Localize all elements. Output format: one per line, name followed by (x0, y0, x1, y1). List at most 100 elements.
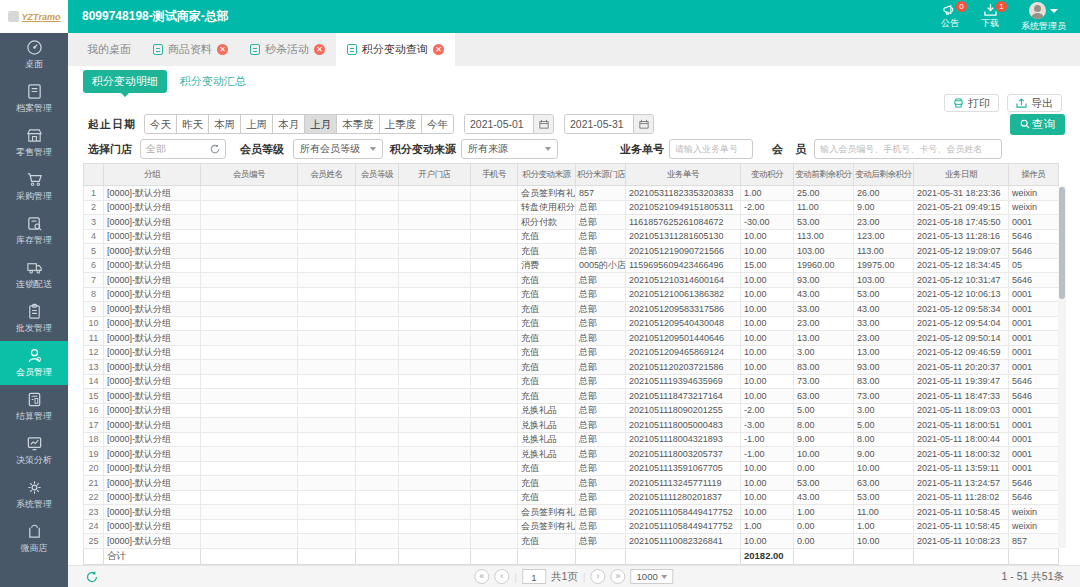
date-to-input[interactable]: 2021-05-31 (564, 114, 654, 134)
tab-商品资料[interactable]: 商品资料✕ (142, 33, 239, 66)
date-from-input[interactable]: 2021-05-01 (464, 114, 554, 134)
sidebar-item-wholesale[interactable]: 批发管理 (0, 297, 68, 341)
page-input[interactable]: 1 (522, 569, 546, 584)
table-row[interactable]: 1[0000]-默认分组会员签到有礼8572021053118233532038… (84, 186, 1059, 201)
sidebar-item-microshop[interactable]: 微商店 (0, 517, 68, 561)
level-select[interactable]: 所有会员等级 (293, 139, 383, 159)
tab-points-summary[interactable]: 积分变动汇总 (180, 74, 246, 89)
sidebar-item-settlement[interactable]: 结算管理 (0, 385, 68, 429)
table-row[interactable]: 6[0000]-默认分组消费0005的小店1159695609423466496… (84, 258, 1059, 273)
table-row[interactable]: 20[0000]-默认分组充值总部202105111359106770510.0… (84, 461, 1059, 476)
table-scrollbar[interactable] (1058, 186, 1066, 548)
table-row[interactable]: 11[0000]-默认分组充值总部202105120950144064610.0… (84, 331, 1059, 346)
date-quick-本周[interactable]: 本周 (208, 114, 241, 134)
table-row[interactable]: 17[0000]-默认分组兑换礼品总部2021051118005000483-3… (84, 418, 1059, 433)
table-row[interactable]: 12[0000]-默认分组充值总部202105120946586912410.0… (84, 345, 1059, 360)
printer-icon (953, 98, 964, 108)
sidebar-item-dashboard[interactable]: 桌面 (0, 33, 68, 77)
last-page-button[interactable]: » (611, 569, 626, 584)
sidebar-item-analysis[interactable]: 决策分析 (0, 429, 68, 473)
order-input[interactable]: 请输入业务单号 (669, 139, 753, 159)
refresh-icon[interactable] (86, 571, 98, 583)
table-row[interactable]: 7[0000]-默认分组充值总部202105121031460016410.00… (84, 273, 1059, 288)
date-quick-本月[interactable]: 本月 (272, 114, 305, 134)
table-row[interactable]: 13[0000]-默认分组充值总部202105112020372158610.0… (84, 360, 1059, 375)
table-row[interactable]: 9[0000]-默认分组充值总部202105120958331758610.00… (84, 302, 1059, 317)
print-button[interactable]: 打印 (944, 94, 999, 112)
table-row[interactable]: 21[0000]-默认分组充值总部202105111324577111910.0… (84, 476, 1059, 491)
next-page-button[interactable]: › (591, 569, 606, 584)
table-row[interactable]: 25[0000]-默认分组充值总部202105111008232684110.0… (84, 534, 1059, 549)
date-quick-今年[interactable]: 今年 (421, 114, 454, 134)
table-row[interactable]: 5[0000]-默认分组充值总部202105121909072156610.00… (84, 244, 1059, 259)
record-count: 1 - 51 共51条 (1002, 570, 1080, 584)
column-header (84, 164, 104, 186)
sidebar-item-delivery[interactable]: 连锁配送 (0, 253, 68, 297)
table-row[interactable]: 24[0000]-默认分组会员签到有礼总部2021051110584494177… (84, 519, 1059, 534)
column-header: 会员编号 (201, 164, 298, 186)
download-button[interactable]: 1 下载 (981, 0, 999, 30)
page-total: 共1页 (551, 570, 578, 584)
column-header: 分组 (104, 164, 201, 186)
sidebar-item-member[interactable]: 会员管理 (0, 341, 68, 385)
close-icon[interactable]: ✕ (433, 44, 444, 55)
user-name: 系统管理员 (1021, 20, 1066, 33)
user-menu[interactable]: 系统管理员 (1021, 0, 1066, 33)
calendar-icon[interactable] (533, 115, 553, 133)
table-row[interactable]: 10[0000]-默认分组充值总部202105120954043004810.0… (84, 316, 1059, 331)
table-row[interactable]: 22[0000]-默认分组充值总部202105111128020183710.0… (84, 490, 1059, 505)
date-quick-上月[interactable]: 上月 (304, 114, 337, 134)
query-button[interactable]: 查询 (1010, 114, 1065, 135)
date-quick-今天[interactable]: 今天 (144, 114, 177, 134)
tab-秒杀活动[interactable]: 秒杀活动✕ (239, 33, 336, 66)
table-row[interactable]: 23[0000]-默认分组会员签到有礼总部2021051110584494177… (84, 505, 1059, 520)
column-header: 手机号 (471, 164, 518, 186)
member-input[interactable]: 输入会员编号、手机号、卡号、会员姓名 (814, 139, 1002, 159)
column-header: 开户门店 (399, 164, 471, 186)
close-icon[interactable]: ✕ (314, 44, 325, 55)
date-quick-昨天[interactable]: 昨天 (176, 114, 209, 134)
prev-page-button[interactable]: ‹ (494, 569, 509, 584)
sidebar-item-purchase[interactable]: 采购管理 (0, 165, 68, 209)
app-logo: YZTramo (0, 0, 68, 33)
table-row[interactable]: 4[0000]-默认分组充值总部202105131128160513010.00… (84, 229, 1059, 244)
chevron-down-icon (370, 147, 376, 151)
scrollbar-thumb[interactable] (1059, 187, 1065, 299)
close-icon[interactable]: ✕ (217, 44, 228, 55)
store-input[interactable]: 全部 (140, 139, 226, 159)
date-quick-上周[interactable]: 上周 (240, 114, 273, 134)
points-table: 分组会员编号会员姓名会员等级开户门店手机号积分变动来源积分来源门店业务单号变动积… (83, 163, 1066, 565)
refresh-icon[interactable] (210, 144, 220, 154)
table-row[interactable]: 16[0000]-默认分组兑换礼品总部2021051118090201255-2… (84, 403, 1059, 418)
sidebar-item-inventory[interactable]: 库存管理 (0, 209, 68, 253)
summary-row: 合计20182.00 (84, 548, 1059, 564)
pagination: « ‹ | 1 共1页 | › » 1000 (474, 569, 673, 584)
export-button[interactable]: 导出 (1007, 94, 1062, 112)
date-quick-上季度[interactable]: 上季度 (379, 114, 423, 134)
sidebar-item-system[interactable]: 系统管理 (0, 473, 68, 517)
tab-积分变动查询[interactable]: 积分变动查询✕ (336, 33, 455, 66)
calendar-icon[interactable] (633, 115, 653, 133)
source-select[interactable]: 所有来源 (461, 139, 558, 159)
first-page-button[interactable]: « (474, 569, 489, 584)
archive-icon (26, 83, 43, 100)
table-row[interactable]: 3[0000]-默认分组积分付款总部1161857625261084672-30… (84, 215, 1059, 230)
sidebar-item-archive[interactable]: 档案管理 (0, 77, 68, 121)
tab-points-detail[interactable]: 积分变动明细 (83, 70, 167, 93)
column-header: 会员等级 (356, 164, 399, 186)
table-row[interactable]: 8[0000]-默认分组充值总部202105121006138638210.00… (84, 287, 1059, 302)
column-header: 积分变动来源 (518, 164, 576, 186)
inventory-icon (26, 215, 43, 232)
tab-我的桌面[interactable]: 我的桌面 (76, 33, 142, 66)
table-row[interactable]: 15[0000]-默认分组充值总部202105111847321716410.0… (84, 389, 1059, 404)
table-row[interactable]: 14[0000]-默认分组充值总部202105111939463596910.0… (84, 374, 1059, 389)
analysis-icon (26, 435, 43, 452)
sidebar-item-retail[interactable]: 零售管理 (0, 121, 68, 165)
table-row[interactable]: 19[0000]-默认分组兑换礼品总部2021051118003205737-1… (84, 447, 1059, 462)
table-row[interactable]: 2[0000]-默认分组转盘使用积分总部20210521094915180531… (84, 200, 1059, 215)
table-row[interactable]: 18[0000]-默认分组兑换礼品总部2021051118004321893-1… (84, 432, 1059, 447)
date-quick-本季度[interactable]: 本季度 (336, 114, 380, 134)
column-header: 变动后剩余积分 (854, 164, 914, 186)
page-size-select[interactable]: 1000 (631, 569, 674, 584)
announce-button[interactable]: 0 公告 (941, 0, 959, 30)
